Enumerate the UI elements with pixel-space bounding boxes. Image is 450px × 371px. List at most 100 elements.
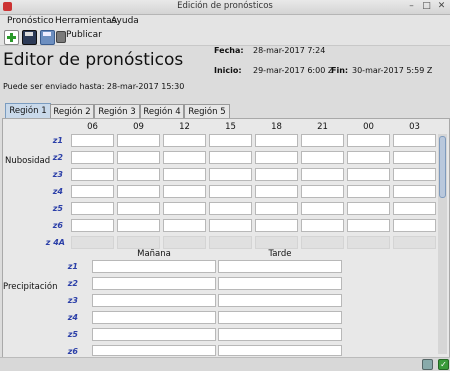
precipitacion-input[interactable] xyxy=(92,294,216,307)
nubosidad-input[interactable] xyxy=(301,219,344,232)
hour-header: 03 xyxy=(409,122,420,132)
nubosidad-input[interactable] xyxy=(347,202,390,215)
fin-value: 30-mar-2017 5:59 Z xyxy=(352,66,433,75)
status-bar: ✓ xyxy=(0,357,450,371)
precipitacion-input[interactable] xyxy=(218,345,342,356)
nubosidad-input[interactable] xyxy=(301,168,344,181)
sound-icon[interactable] xyxy=(422,359,433,370)
nubosidad-input[interactable] xyxy=(117,185,160,198)
nubosidad-input[interactable] xyxy=(71,185,114,198)
nubosidad-input[interactable] xyxy=(301,151,344,164)
precipitacion-input[interactable] xyxy=(218,260,342,273)
scrollbar-thumb[interactable] xyxy=(439,136,446,198)
precipitacion-input[interactable] xyxy=(218,328,342,341)
nubosidad-input[interactable] xyxy=(393,134,436,147)
nubosidad-input[interactable] xyxy=(117,151,160,164)
nubosidad-input[interactable] xyxy=(163,202,206,215)
menu-ayuda[interactable]: Ayuda xyxy=(111,16,139,26)
publish-button[interactable]: Publicar xyxy=(66,30,102,40)
disabled-cell xyxy=(347,236,390,249)
zone-label: z1 xyxy=(52,136,63,145)
nubosidad-input[interactable] xyxy=(209,202,252,215)
precipitacion-input[interactable] xyxy=(92,277,216,290)
zone-label: z1 xyxy=(67,262,78,271)
disabled-cell xyxy=(71,236,114,249)
nubosidad-input[interactable] xyxy=(71,151,114,164)
nubosidad-input[interactable] xyxy=(393,202,436,215)
nubosidad-input[interactable] xyxy=(255,134,298,147)
toolbar: Publicar xyxy=(0,28,450,46)
zone-label: z2 xyxy=(52,153,63,162)
window-title: Edición de pronósticos xyxy=(177,1,273,11)
nubosidad-input[interactable] xyxy=(255,168,298,181)
disabled-cell xyxy=(117,236,160,249)
menu-pronostico[interactable]: Pronóstico xyxy=(7,16,54,26)
nubosidad-input[interactable] xyxy=(117,168,160,181)
nubosidad-input[interactable] xyxy=(209,134,252,147)
fin-label: Fin: xyxy=(331,66,349,75)
nubosidad-input[interactable] xyxy=(255,151,298,164)
nubosidad-input[interactable] xyxy=(347,219,390,232)
nubosidad-input[interactable] xyxy=(163,168,206,181)
nubosidad-input[interactable] xyxy=(393,219,436,232)
fecha-value: 28-mar-2017 7:24 xyxy=(253,46,326,55)
nubosidad-input[interactable] xyxy=(209,151,252,164)
precipitacion-input[interactable] xyxy=(92,328,216,341)
nubosidad-input[interactable] xyxy=(163,185,206,198)
nubosidad-input[interactable] xyxy=(347,134,390,147)
precipitacion-input[interactable] xyxy=(218,294,342,307)
nubosidad-input[interactable] xyxy=(255,185,298,198)
minimize-button[interactable]: – xyxy=(406,1,417,12)
nubosidad-input[interactable] xyxy=(255,219,298,232)
tab-region-5[interactable]: Región 5 xyxy=(184,104,230,119)
nubosidad-input[interactable] xyxy=(393,185,436,198)
new-icon[interactable] xyxy=(4,30,19,45)
nubosidad-input[interactable] xyxy=(393,168,436,181)
nubosidad-input[interactable] xyxy=(117,134,160,147)
tab-region-3[interactable]: Región 3 xyxy=(94,104,140,119)
nubosidad-input[interactable] xyxy=(71,219,114,232)
nubosidad-input[interactable] xyxy=(255,202,298,215)
hour-header: 18 xyxy=(271,122,282,132)
hour-header: 00 xyxy=(363,122,374,132)
nubosidad-input[interactable] xyxy=(209,168,252,181)
nubosidad-input[interactable] xyxy=(347,168,390,181)
precipitacion-input[interactable] xyxy=(92,311,216,324)
disabled-cell xyxy=(209,236,252,249)
nubosidad-input[interactable] xyxy=(301,134,344,147)
zone-label: z 4A xyxy=(45,238,65,247)
nubosidad-input[interactable] xyxy=(71,202,114,215)
nubosidad-input[interactable] xyxy=(347,185,390,198)
print-icon xyxy=(56,31,66,43)
zone-label: z3 xyxy=(52,170,63,179)
nubosidad-input[interactable] xyxy=(71,168,114,181)
nubosidad-input[interactable] xyxy=(301,202,344,215)
precipitacion-input[interactable] xyxy=(218,277,342,290)
save-icon[interactable] xyxy=(22,30,37,45)
maximize-button[interactable]: □ xyxy=(421,1,432,12)
nubosidad-input[interactable] xyxy=(117,219,160,232)
tab-region-4[interactable]: Región 4 xyxy=(140,104,184,119)
nubosidad-input[interactable] xyxy=(209,185,252,198)
column-header-manana: Mañana xyxy=(137,249,171,259)
nubosidad-input[interactable] xyxy=(393,151,436,164)
nubosidad-input[interactable] xyxy=(163,151,206,164)
tab-region-2[interactable]: Región 2 xyxy=(50,104,94,119)
nubosidad-input[interactable] xyxy=(117,202,160,215)
precipitacion-input[interactable] xyxy=(92,260,216,273)
nubosidad-input[interactable] xyxy=(301,185,344,198)
precipitacion-input[interactable] xyxy=(218,311,342,324)
hour-header: 09 xyxy=(133,122,144,132)
nubosidad-input[interactable] xyxy=(163,219,206,232)
nubosidad-input[interactable] xyxy=(163,134,206,147)
nubosidad-input[interactable] xyxy=(347,151,390,164)
close-button[interactable]: ✕ xyxy=(436,1,447,12)
disabled-cell xyxy=(393,236,436,249)
precipitacion-input[interactable] xyxy=(92,345,216,356)
send-deadline: Puede ser enviado hasta: 28-mar-2017 15:… xyxy=(3,82,185,91)
nubosidad-input[interactable] xyxy=(71,134,114,147)
save-as-icon[interactable] xyxy=(40,30,55,45)
menu-herramientas[interactable]: Herramientas xyxy=(55,16,116,26)
check-icon[interactable]: ✓ xyxy=(438,359,449,370)
nubosidad-input[interactable] xyxy=(209,219,252,232)
